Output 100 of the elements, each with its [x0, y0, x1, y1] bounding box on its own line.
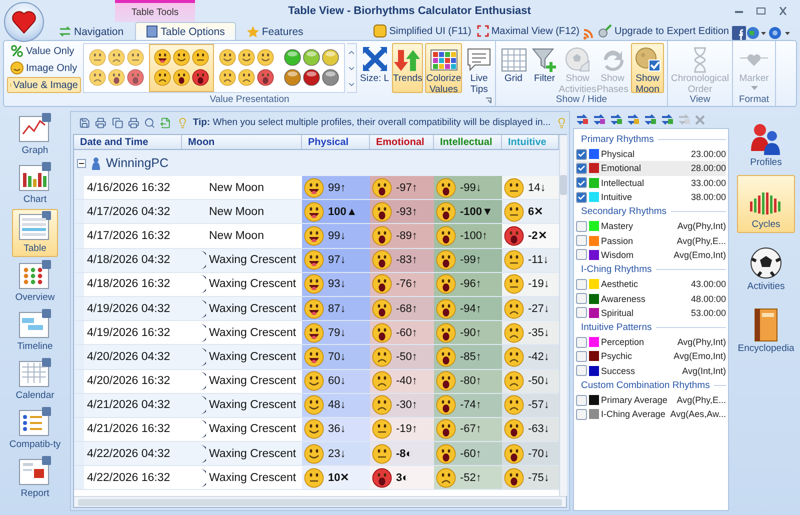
view-nav-item[interactable]: Calendar — [12, 356, 58, 404]
table-row[interactable]: 4/18/2026 04:32 Waxing Crescent 97↓ -83↑ -99↑ -11↓ — [74, 248, 559, 273]
rhythm-checkbox[interactable] — [576, 162, 587, 174]
rhythm-row[interactable]: Perception Avg(Phy,Int) — [576, 334, 726, 350]
table-row[interactable]: 4/21/2026 04:32 Waxing Crescent 48↓ -30↑ -74↑ -57↓ — [74, 394, 559, 418]
rhythm-checkbox[interactable] — [576, 408, 587, 420]
rhythm-row[interactable]: Spiritual 53.00:00 — [576, 306, 726, 320]
rhythm-row[interactable]: Emotional 28.00:00 — [576, 161, 726, 176]
print-preview-icon[interactable] — [95, 116, 107, 128]
rhythm-checkbox[interactable] — [576, 148, 587, 160]
vertical-scrollbar[interactable] — [559, 135, 567, 496]
ribbon-tab[interactable]: Navigation — [48, 22, 135, 40]
rhythm-checkbox[interactable] — [576, 220, 587, 232]
ribbon-button[interactable]: Grid — [499, 43, 528, 93]
ribbon-button[interactable]: Show Moon — [631, 43, 664, 93]
rss-icon[interactable] — [582, 27, 596, 40]
table-row[interactable]: 4/20/2026 04:32 Waxing Crescent 70↓ -50↑ -85↑ -42↓ — [74, 345, 559, 370]
collapse-icon[interactable] — [77, 158, 86, 168]
rhythm-checkbox[interactable] — [576, 235, 587, 246]
rhythm-row[interactable]: Physical 23.00:00 — [576, 147, 726, 162]
restore-icon[interactable] — [756, 7, 766, 15]
view-nav-item[interactable]: Graph — [12, 111, 58, 159]
rhythm-row[interactable]: Wisdom Avg(Emo,Int) — [576, 248, 726, 262]
ribbon-button[interactable]: Filter — [530, 43, 559, 93]
dialog-launcher-icon[interactable] — [485, 97, 492, 104]
social-icon[interactable] — [732, 26, 746, 40]
icon-set-option[interactable] — [149, 44, 214, 92]
rhythm-row[interactable]: Passion Avg(Phy,E... — [576, 233, 726, 248]
rhythm-checkbox[interactable] — [576, 278, 587, 290]
table-row[interactable]: 4/20/2026 16:32 Waxing Crescent 60↓ -40↑ -80↑ -50↓ — [74, 370, 559, 394]
rhythm-row[interactable]: Psychic Avg(Emo,Int) — [576, 349, 726, 364]
ribbon-tab[interactable]: Features — [236, 22, 314, 40]
print-icon[interactable] — [128, 116, 140, 128]
view-nav-item[interactable]: Timeline — [12, 307, 58, 355]
table-row[interactable]: 4/18/2026 16:32 Waxing Crescent 93↓ -76↑ -96↑ -19↓ — [74, 272, 559, 297]
swap-arrows-icon[interactable] — [643, 113, 657, 126]
display-mode-option[interactable]: Value & Image — [7, 77, 81, 93]
horizontal-scrollbar[interactable] — [74, 496, 566, 507]
table-row[interactable]: 4/19/2026 04:32 Waxing Crescent 87↓ -68↑ -94↑ -27↓ — [74, 296, 559, 322]
quick-link[interactable]: Upgrade to Expert Edition — [595, 22, 732, 40]
quick-link[interactable]: Maximal View (F12) — [474, 22, 582, 40]
rhythm-checkbox[interactable] — [576, 307, 587, 318]
swap-arrows-icon[interactable] — [660, 113, 674, 126]
swap-arrows-icon[interactable] — [575, 113, 589, 126]
rhythm-row[interactable]: I-Ching Average Avg(Aes,Aw... — [576, 407, 726, 422]
rhythm-row[interactable]: Intellectual 33.00:00 — [576, 176, 726, 190]
display-mode-option[interactable]: Value Only — [7, 43, 81, 59]
close-icon[interactable] — [778, 7, 788, 15]
column-header[interactable]: Physical — [302, 135, 370, 149]
column-header[interactable]: Intellectual — [434, 135, 502, 149]
swap-arrows-icon[interactable] — [592, 113, 606, 126]
display-mode-option[interactable]: Image Only — [7, 60, 81, 76]
copy-icon[interactable] — [112, 116, 123, 128]
rhythm-checkbox[interactable] — [576, 192, 587, 203]
save-icon[interactable] — [79, 116, 90, 128]
table-row[interactable]: 4/22/2026 04:32 Waxing Crescent 23↓ -8◐ -60↑ -70↓ — [74, 442, 559, 466]
view-nav-item[interactable]: Overview — [12, 258, 58, 306]
rhythm-row[interactable]: Success Avg(Int,Int) — [576, 364, 726, 378]
feature-nav-item[interactable]: Encyclopedia — [737, 299, 795, 357]
table-row[interactable]: 4/22/2026 16:32 Waxing Crescent 10✕ 3◐ -52↑ -75↓ — [74, 466, 559, 490]
table-row[interactable]: 4/17/2026 16:32 New Moon 99↓ -89↑ -100↑ -2✕ — [74, 224, 559, 249]
zoom-icon[interactable] — [144, 116, 156, 128]
app-menu-button[interactable] — [4, 2, 44, 42]
icon-set-gallery[interactable] — [83, 43, 345, 93]
feature-nav-item[interactable]: Profiles — [737, 113, 795, 171]
ribbon-button[interactable]: Live Tips — [464, 43, 494, 93]
export-icon[interactable] — [160, 116, 172, 128]
rhythm-checkbox[interactable] — [576, 365, 587, 376]
rhythm-checkbox[interactable] — [576, 293, 587, 304]
table-row[interactable]: 4/17/2026 04:32 New Moon 100▲ -93↑ -100▼ 6✕ — [74, 200, 559, 224]
ribbon-button[interactable]: Trends — [392, 43, 424, 93]
rhythm-checkbox[interactable] — [576, 350, 587, 362]
rhythm-row[interactable]: Primary Average Avg(Phy,E... — [576, 392, 726, 408]
feature-nav-item[interactable]: Activities — [737, 237, 795, 295]
rhythm-row[interactable]: Intuitive 38.00:00 — [576, 190, 726, 204]
view-nav-item[interactable]: Table — [12, 209, 58, 257]
view-nav-item[interactable]: Compatib-ty — [12, 405, 58, 453]
rhythm-checkbox[interactable] — [576, 177, 587, 188]
view-nav-item[interactable]: Chart — [12, 160, 58, 208]
ribbon-button[interactable]: Colorize Values — [425, 43, 462, 93]
rhythm-checkbox[interactable] — [576, 249, 587, 260]
rhythm-checkbox[interactable] — [576, 336, 587, 348]
rhythm-row[interactable]: Mastery Avg(Phy,Int) — [576, 219, 726, 234]
table-row[interactable]: 4/21/2026 16:32 Waxing Crescent 36↓ -19↑ -67↑ -63↓ — [74, 418, 559, 442]
size-button[interactable]: Size: L — [359, 43, 390, 93]
rhythm-checkbox[interactable] — [576, 394, 587, 406]
column-header[interactable]: Date and Time — [74, 135, 182, 149]
feature-nav-item[interactable]: Cycles — [737, 175, 795, 233]
globe-icon[interactable] — [746, 26, 768, 40]
rhythm-row[interactable]: Aesthetic 43.00:00 — [576, 277, 726, 292]
quick-link[interactable]: Simplified UI (F11) — [370, 22, 474, 40]
column-header[interactable]: Moon — [182, 135, 302, 149]
swap-arrows-icon[interactable] — [609, 113, 623, 126]
rhythm-row[interactable]: Awareness 48.00:00 — [576, 291, 726, 306]
swap-arrows-icon[interactable] — [626, 113, 640, 126]
column-header[interactable]: Emotional — [370, 135, 434, 149]
view-nav-item[interactable]: Report — [12, 454, 58, 502]
table-row[interactable]: 4/16/2026 16:32 New Moon 99↑ -97↑ -99↓ 14↓ — [74, 176, 559, 200]
table-row[interactable]: 4/19/2026 16:32 Waxing Crescent 79↓ -60↑ -90↑ -35↓ — [74, 321, 559, 346]
ribbon-tab[interactable]: Table Options — [134, 22, 236, 40]
